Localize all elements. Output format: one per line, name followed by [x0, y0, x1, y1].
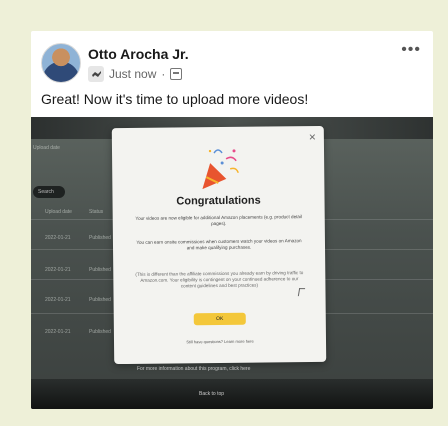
modal-paragraph-2: You can earn onsite commissions when cus…: [136, 238, 302, 251]
avatar[interactable]: [41, 43, 81, 83]
post-card: Otto Arocha Jr. Just now · ••• Great! No…: [31, 31, 433, 409]
bg-row-date: 2022-01-21: [45, 329, 71, 335]
photo-bottom-bar: Back to top: [31, 379, 433, 409]
close-icon[interactable]: ×: [309, 130, 316, 144]
bg-row-status: Published: [89, 267, 111, 273]
party-popper-icon: [202, 149, 239, 190]
ok-button[interactable]: OK: [193, 312, 246, 326]
post-text: Great! Now it's time to upload more vide…: [41, 91, 309, 107]
more-options-button[interactable]: •••: [401, 41, 421, 59]
bg-info-banner: For more information about this program,…: [137, 366, 251, 372]
bg-row-date: 2022-01-21: [45, 267, 71, 273]
bg-back-to-top: Back to top: [199, 391, 225, 397]
congratulations-modal: × Congratulations Your videos are now el…: [111, 125, 327, 365]
bg-row-status: Published: [89, 235, 111, 241]
modal-learn-more-link[interactable]: Still have questions? Learn more here: [114, 338, 326, 345]
post-timestamp: Just now: [109, 67, 157, 81]
bg-row-status: Published: [89, 297, 111, 303]
bg-upload-date-header: Upload date: [33, 145, 60, 151]
bg-row-date: 2022-01-21: [45, 235, 71, 241]
post-photo[interactable]: Upload date Search Upload date Status 20…: [31, 117, 433, 409]
modal-paragraph-3: (This is different than the affiliate co…: [135, 270, 304, 289]
modal-title: Congratulations: [176, 194, 261, 208]
visibility-icon: [170, 68, 183, 80]
bg-row-date: 2022-01-21: [45, 297, 71, 303]
post-meta: Just now ·: [88, 66, 183, 82]
mouse-cursor-icon: [297, 288, 306, 297]
handshake-icon: [88, 66, 104, 82]
modal-paragraph-1: Your videos are now eligible for additio…: [135, 214, 303, 227]
bg-upload-date-col: Upload date: [45, 209, 72, 215]
bg-status-col: Status: [89, 209, 104, 215]
author-name[interactable]: Otto Arocha Jr.: [88, 46, 189, 62]
bg-search-pill: Search: [33, 186, 65, 198]
bg-row-status: Published: [89, 329, 111, 335]
bg-search-label: Search: [38, 189, 54, 195]
meta-separator: ·: [161, 67, 166, 81]
